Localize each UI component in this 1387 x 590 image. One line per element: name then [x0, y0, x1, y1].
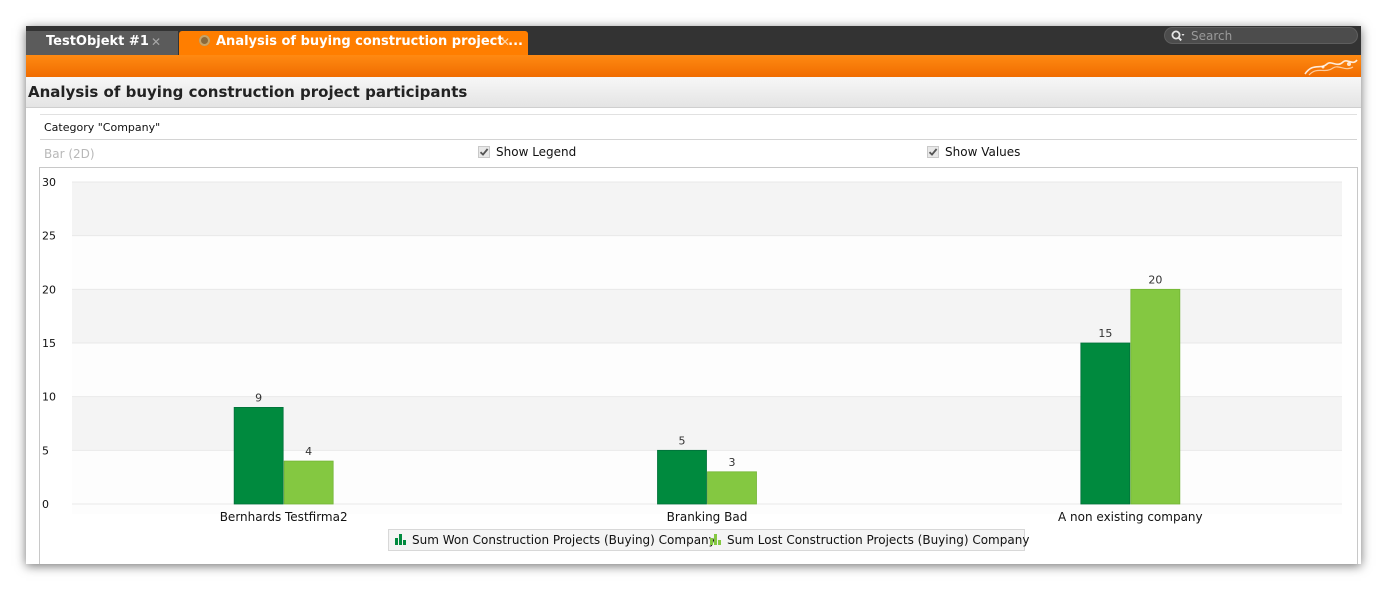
chart-type-select[interactable]: Bar (2D) [44, 147, 95, 161]
close-icon[interactable]: ✕ [151, 31, 161, 53]
search-placeholder: Search [1191, 29, 1233, 43]
bar [657, 449, 707, 505]
search-icon[interactable] [1171, 30, 1185, 43]
y-tick-label: 20 [42, 283, 56, 296]
legend-item-won[interactable]: Sum Won Construction Projects (Buying) C… [395, 530, 716, 550]
data-label: 4 [305, 445, 312, 458]
show-legend-option[interactable]: Show Legend [478, 145, 576, 159]
data-label: 20 [1148, 273, 1162, 286]
legend-item-lost[interactable]: Sum Lost Construction Projects (Buying) … [710, 530, 1029, 550]
bar [707, 471, 757, 505]
bar-chart-icon [710, 534, 721, 545]
y-tick-label: 5 [42, 444, 49, 457]
tab-bar: TestObjekt #1 ✕ Analysis of buying const… [26, 26, 1361, 55]
data-label: 3 [729, 456, 736, 469]
data-label: 9 [255, 391, 262, 404]
category-header: Category "Company" [40, 114, 1357, 140]
checkmark-icon [479, 148, 489, 156]
show-legend-label: Show Legend [496, 145, 577, 159]
y-tick-label: 10 [42, 391, 56, 404]
page-title: Analysis of buying construction project … [28, 83, 468, 101]
tab-analysis[interactable]: Analysis of buying construction project … [179, 31, 528, 55]
y-tick-label: 30 [42, 176, 56, 189]
bar [1080, 342, 1131, 505]
show-values-checkbox[interactable] [927, 146, 939, 158]
search-input[interactable]: Search [1164, 27, 1358, 44]
data-label: 15 [1098, 327, 1112, 340]
y-tick-label: 0 [42, 498, 49, 511]
bar [283, 460, 334, 505]
title-bar: Analysis of buying construction project … [26, 77, 1361, 108]
chart-container: 0 5 10 15 20 25 30 9 4 Bernhards Testfirma2 5 3 Bran… [39, 167, 1358, 564]
bar [233, 406, 284, 505]
bar-chart-icon [395, 534, 406, 545]
show-values-label: Show Values [945, 145, 1021, 159]
category-label: Category "Company" [44, 121, 161, 134]
legend-label: Sum Won Construction Projects (Buying) C… [412, 533, 716, 547]
x-tick-label: Bernhards Testfirma2 [220, 510, 348, 524]
checkmark-icon [928, 148, 938, 156]
plot-band [72, 182, 1342, 236]
report-icon [199, 35, 210, 46]
tab-testobjekt[interactable]: TestObjekt #1 ✕ [26, 31, 178, 55]
bar-chart: 0 5 10 15 20 25 30 9 4 Bernhards Testfirma2 5 3 Bran… [42, 176, 1342, 524]
data-label: 5 [679, 434, 686, 447]
tab-label: TestObjekt #1 [46, 34, 149, 49]
chart-legend: Sum Won Construction Projects (Buying) C… [388, 529, 1029, 551]
show-values-option[interactable]: Show Values [927, 145, 1020, 159]
show-legend-checkbox[interactable] [478, 146, 490, 158]
bar [1130, 288, 1181, 505]
logo-ornament-icon [1304, 59, 1358, 76]
app-window: TestObjekt #1 ✕ Analysis of buying const… [26, 26, 1361, 564]
legend-label: Sum Lost Construction Projects (Buying) … [727, 533, 1030, 547]
report-content: Category "Company" Bar (2D) Show Legend … [36, 114, 1360, 564]
y-tick-label: 15 [42, 337, 56, 350]
tab-label: Analysis of buying construction project … [216, 34, 523, 49]
x-tick-label: A non existing company [1058, 510, 1203, 524]
x-tick-label: Branking Bad [667, 510, 748, 524]
y-tick-label: 25 [42, 230, 56, 243]
close-icon[interactable]: ✕ [500, 31, 510, 53]
chart-options: Bar (2D) Show Legend Show Values [36, 140, 1360, 166]
header-bar [26, 55, 1361, 77]
